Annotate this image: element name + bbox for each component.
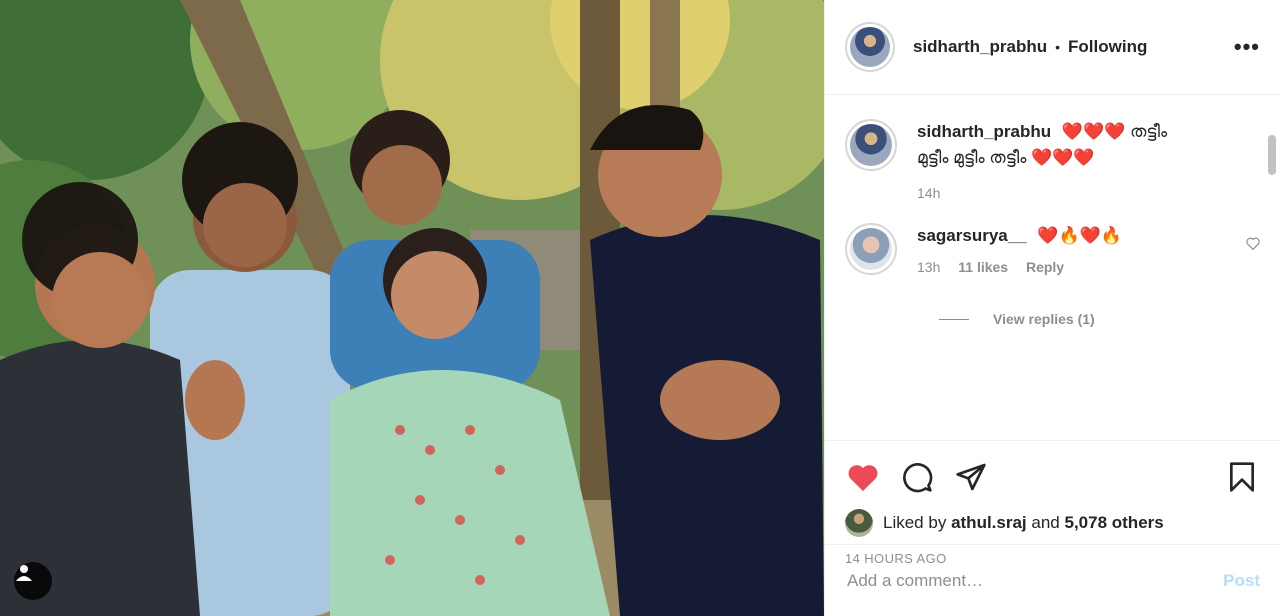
caption-hearts: ❤️❤️❤️: [1061, 122, 1126, 141]
scrollbar-thumb[interactable]: [1268, 135, 1276, 175]
caption-username[interactable]: sidharth_prabhu: [917, 122, 1051, 141]
more-options-icon[interactable]: •••: [1234, 34, 1260, 60]
share-button[interactable]: [953, 459, 989, 495]
action-icons: [845, 441, 1260, 509]
likes-mid: and: [1031, 513, 1060, 532]
comment-input[interactable]: [845, 569, 1224, 592]
instagram-post: sidharth_prabhu • Following ••• sidharth…: [0, 0, 1280, 616]
bookmark-icon: [1230, 462, 1254, 492]
comment-time[interactable]: 13h: [917, 259, 940, 275]
post-comment-button[interactable]: Post: [1223, 571, 1260, 591]
caption: sidharth_prabhu ❤️❤️❤️ തട്ടീം മുട്ടീം മു…: [845, 119, 1260, 201]
replies-divider: [939, 318, 969, 320]
post-sidebar: sidharth_prabhu • Following ••• sidharth…: [824, 0, 1280, 616]
post-header: sidharth_prabhu • Following •••: [825, 0, 1280, 95]
caption-text-line1: തട്ടീം: [1130, 122, 1168, 141]
commenter-username[interactable]: sagarsurya__: [917, 226, 1027, 245]
comment-item: sagarsurya__ ❤️🔥❤️🔥 13h 11 likes Reply: [845, 223, 1260, 275]
commenter-avatar[interactable]: [845, 223, 897, 275]
view-replies-label: View replies (1): [993, 311, 1095, 327]
likes-prefix: Liked by: [883, 513, 947, 532]
comment-like-button[interactable]: [1246, 237, 1260, 255]
like-button[interactable]: [845, 459, 881, 495]
post-actions: Liked by athul.sraj and 5,078 others 14 …: [825, 440, 1280, 616]
caption-time[interactable]: 14h: [917, 185, 940, 201]
caption-text-line2: മുട്ടീം മുട്ടീം തട്ടീം: [917, 148, 1027, 167]
following-button[interactable]: Following: [1068, 37, 1147, 57]
heart-icon: [848, 465, 878, 491]
heart-outline-icon: [1246, 237, 1260, 251]
user-tag-icon: [16, 565, 32, 581]
comments-list[interactable]: sidharth_prabhu ❤️❤️❤️ തട്ടീം മുട്ടീം മു…: [825, 95, 1280, 440]
comment-likes[interactable]: 11 likes: [958, 259, 1008, 275]
comment-button[interactable]: [899, 459, 935, 495]
author-username[interactable]: sidharth_prabhu: [913, 37, 1047, 57]
caption-avatar[interactable]: [845, 119, 897, 171]
liker-avatar[interactable]: [845, 509, 873, 537]
user-tag-button[interactable]: [14, 562, 52, 600]
save-button[interactable]: [1224, 459, 1260, 495]
comment-icon: [903, 463, 933, 493]
comment-reply-button[interactable]: Reply: [1026, 259, 1064, 275]
likes-others[interactable]: 5,078 others: [1065, 513, 1164, 533]
paper-plane-icon: [956, 463, 986, 491]
comments-scrollbar[interactable]: [1268, 131, 1276, 381]
add-comment-bar: Post: [825, 544, 1280, 616]
caption-hearts-2: ❤️❤️❤️: [1031, 148, 1095, 167]
author-avatar[interactable]: [845, 22, 895, 72]
header-separator: •: [1055, 39, 1061, 55]
comment-text: ❤️🔥❤️🔥: [1037, 226, 1123, 245]
photo-illustration: [0, 0, 824, 616]
post-photo[interactable]: [0, 0, 824, 616]
view-replies-button[interactable]: View replies (1): [939, 311, 1260, 327]
liker-username[interactable]: athul.sraj: [951, 513, 1027, 533]
likes-summary: Liked by athul.sraj and 5,078 others: [845, 509, 1260, 537]
